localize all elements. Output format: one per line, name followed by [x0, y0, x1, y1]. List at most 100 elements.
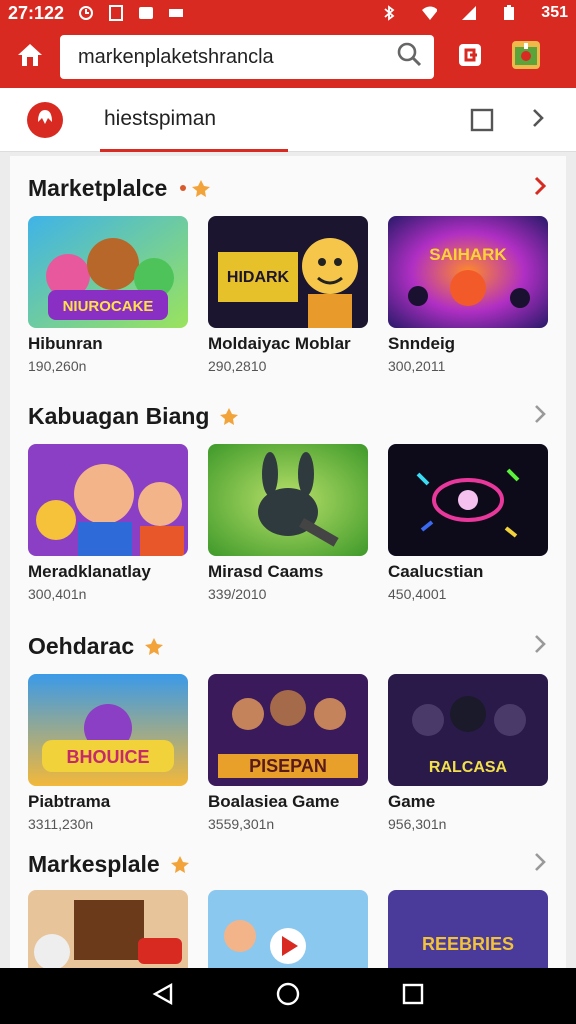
chevron-right-icon — [532, 174, 548, 203]
game-name: Game — [388, 792, 436, 811]
share-icon — [457, 42, 483, 73]
star-icon — [170, 854, 190, 874]
game-meta: 339/2010 — [208, 586, 267, 602]
game-meta: 450,4001 — [388, 586, 447, 602]
recents-icon — [402, 983, 424, 1010]
game-name: Caalucstian — [388, 562, 484, 581]
wifi-icon — [421, 5, 438, 21]
game-thumbnail: SAIHARK — [388, 216, 548, 328]
game-card[interactable]: NIUROCAKE Hibunran 190,260n — [28, 216, 188, 374]
game-thumbnail: PISEPAN — [208, 674, 368, 786]
section-more-button[interactable] — [528, 632, 552, 660]
search-icon — [396, 41, 422, 73]
search-button[interactable] — [384, 35, 434, 79]
app-bar: markenplaketshrancla — [0, 26, 576, 88]
game-meta: 190,260n — [28, 358, 87, 374]
section-title: Markesplale — [28, 850, 160, 877]
game-thumbnail: RALCASA — [388, 674, 548, 786]
star-icon — [219, 406, 239, 426]
section-header: Oehdarac — [28, 628, 164, 664]
system-nav-bar — [0, 968, 576, 1024]
game-thumbnail — [208, 444, 368, 556]
game-thumbnail: NIUROCAKE — [28, 216, 188, 328]
section-more-button[interactable] — [528, 174, 552, 202]
game-thumbnail — [28, 890, 188, 968]
thumb-text: REEBRIES — [422, 934, 514, 954]
game-card[interactable]: SAIHARK Snndeig 300,2011 — [388, 216, 548, 374]
game-meta: 290,2810 — [208, 358, 267, 374]
game-card[interactable]: RALCASA Game 956,301n — [388, 674, 548, 832]
message-icon — [138, 5, 154, 21]
chevron-right-icon — [532, 632, 548, 661]
home-nav-button[interactable] — [268, 976, 308, 1016]
status-right-text: 351 — [541, 4, 568, 21]
star-icon — [177, 178, 211, 198]
section-title: Kabuagan Biang — [28, 402, 210, 429]
content-panel: Marketplalce NIUROCAKE Hibunran 190,260n — [10, 156, 566, 968]
gift-button[interactable] — [504, 35, 548, 79]
battery-icon — [501, 5, 517, 21]
thumb-text: RALCASA — [429, 759, 508, 776]
tab-label: hiestspiman — [104, 106, 217, 130]
home-button[interactable] — [0, 26, 60, 88]
section-more-button[interactable] — [528, 402, 552, 430]
thumb-text: NIUROCAKE — [63, 298, 154, 315]
notification-icon — [108, 5, 124, 21]
game-card[interactable]: HIDARK Moldaiyac Moblar 290,2810 — [208, 216, 368, 374]
section-more-button[interactable] — [528, 850, 552, 878]
square-icon — [470, 108, 494, 136]
tab-active[interactable]: hiestspiman — [100, 88, 288, 152]
bluetooth-icon — [381, 5, 397, 21]
game-meta: 300,2011 — [388, 358, 446, 374]
game-card[interactable]: Meradklanatlay 300,401n — [28, 444, 188, 602]
search-field[interactable]: markenplaketshrancla — [60, 35, 434, 79]
home-icon — [16, 42, 44, 73]
chevron-right-icon — [530, 106, 546, 135]
game-meta: 956,301n — [388, 816, 447, 832]
logo-icon — [34, 106, 56, 133]
game-thumbnail: BHOUICE — [28, 674, 188, 786]
game-card[interactable] — [28, 890, 188, 968]
signal-icon — [461, 5, 477, 21]
game-name: Hibunran — [28, 334, 103, 353]
back-icon — [151, 982, 175, 1011]
game-card[interactable]: BHOUICE Piabtrama 3311,230n — [28, 674, 188, 832]
game-name: Mirasd Caams — [208, 562, 324, 581]
section-title: Oehdarac — [28, 632, 135, 659]
alarm-icon — [78, 5, 94, 21]
tabs-next-button[interactable] — [526, 106, 550, 134]
game-name: Boalasiea Game — [208, 792, 340, 811]
game-name: Meradklanatlay — [28, 562, 151, 581]
thumb-text: SAIHARK — [429, 245, 507, 264]
game-card[interactable]: REEBRIES — [388, 890, 548, 968]
game-meta: 3311,230n — [28, 816, 94, 832]
game-thumbnail — [208, 890, 368, 968]
game-name: Moldaiyac Moblar — [208, 334, 351, 353]
tab-bar: hiestspiman — [0, 88, 576, 152]
search-input[interactable]: markenplaketshrancla — [78, 46, 384, 69]
game-card[interactable]: PISEPAN Boalasiea Game 3559,301n — [208, 674, 368, 832]
game-card[interactable]: Caalucstian 450,4001 — [388, 444, 548, 602]
game-name: Snndeig — [388, 334, 456, 353]
section-header: Markesplale — [28, 846, 190, 882]
game-meta: 300,401n — [28, 586, 87, 602]
square-button[interactable] — [470, 108, 494, 132]
status-right: 351 — [381, 4, 568, 22]
game-thumbnail — [388, 444, 548, 556]
thumb-text: BHOUICE — [66, 747, 149, 767]
game-thumbnail — [28, 444, 188, 556]
chevron-right-icon — [532, 402, 548, 431]
recents-button[interactable] — [393, 976, 433, 1016]
game-card[interactable]: Mirasd Caams 339/2010 — [208, 444, 368, 602]
section-header: Kabuagan Biang — [28, 398, 239, 434]
game-name: Piabtrama — [28, 792, 111, 811]
logo-button[interactable] — [27, 101, 63, 138]
game-thumbnail: HIDARK — [208, 216, 368, 328]
mail-icon — [168, 5, 184, 21]
game-meta: 3559,301n — [208, 816, 275, 832]
status-bar: 27:122 351 — [0, 0, 576, 26]
back-button[interactable] — [143, 976, 183, 1016]
share-button[interactable] — [448, 35, 492, 79]
game-card[interactable] — [208, 890, 368, 968]
thumb-text: HIDARK — [227, 269, 290, 286]
